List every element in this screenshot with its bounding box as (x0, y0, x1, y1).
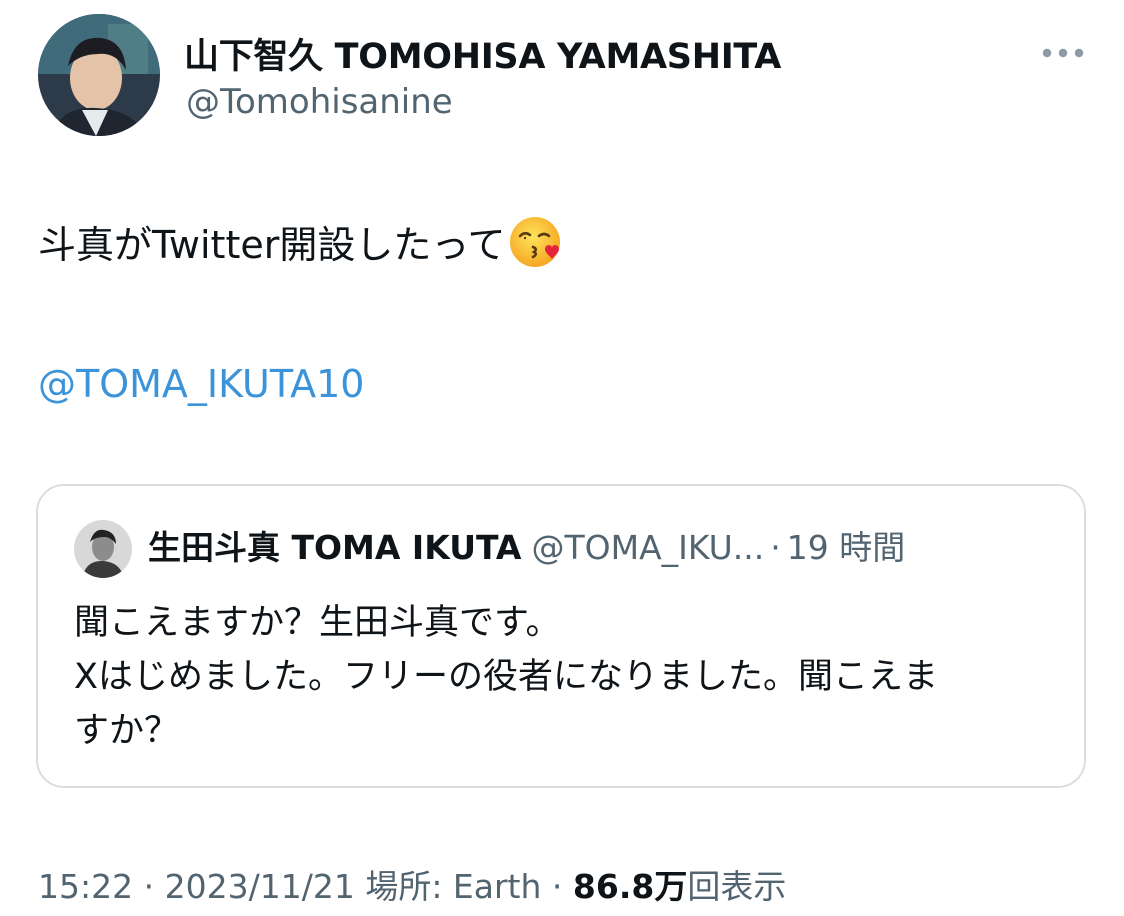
quoted-tweet-line: すか？ (74, 711, 180, 751)
mention-link[interactable]: @TOMA_IKUTA10 (38, 362, 364, 406)
tweet-metadata: 15:22 · 2023/11/21 場所: Earth · 86.8万回表示 (38, 860, 786, 908)
quoted-tweet-line: 聞こえますか？生田斗真です。 (74, 603, 561, 643)
tweet: 山下智久 TOMOHISA YAMASHITA @Tomohisanine 斗真… (0, 0, 1124, 916)
tweet-text-content: 斗真がTwitter開設したって (38, 223, 506, 267)
author-avatar[interactable] (38, 14, 160, 136)
views-count: 86.8万 (572, 867, 688, 906)
tweet-date[interactable]: 2023/11/21 (165, 867, 355, 906)
quoted-tweet-header: 生田斗真 TOMA IKUTA @TOMA_IKU... · 19 時間 (148, 526, 905, 570)
quoted-tweet-line: Xはじめました。フリーの役者になりました。聞こえま (74, 657, 938, 697)
quoted-author-handle[interactable]: @TOMA_IKU... (531, 528, 764, 567)
views-label: 回表示 (687, 867, 787, 906)
author-display-name[interactable]: 山下智久 TOMOHISA YAMASHITA (184, 28, 781, 79)
separator-dot: · (143, 867, 155, 906)
separator-dot: · (770, 528, 781, 567)
quoted-author-name[interactable]: 生田斗真 TOMA IKUTA (148, 528, 521, 567)
quoted-tweet-card[interactable]: 生田斗真 TOMA IKUTA @TOMA_IKU... · 19 時間 聞こえますか… (36, 484, 1086, 788)
tweet-text: 斗真がTwitter開設したって (38, 214, 565, 271)
kissing-face-with-heart-emoji-icon (509, 214, 565, 270)
tweet-location[interactable]: 場所: Earth (365, 867, 541, 906)
author-handle[interactable]: @Tomohisanine (186, 82, 453, 122)
more-horizontal-icon[interactable] (1038, 40, 1088, 66)
quoted-tweet-text: 聞こえますか？生田斗真です。 Xはじめました。フリーの役者になりました。聞こえま… (74, 596, 1064, 758)
tweet-time[interactable]: 15:22 (38, 867, 133, 906)
separator-dot: · (551, 867, 563, 906)
quoted-tweet-time[interactable]: 19 時間 (787, 528, 905, 567)
quoted-author-avatar[interactable] (74, 520, 132, 578)
